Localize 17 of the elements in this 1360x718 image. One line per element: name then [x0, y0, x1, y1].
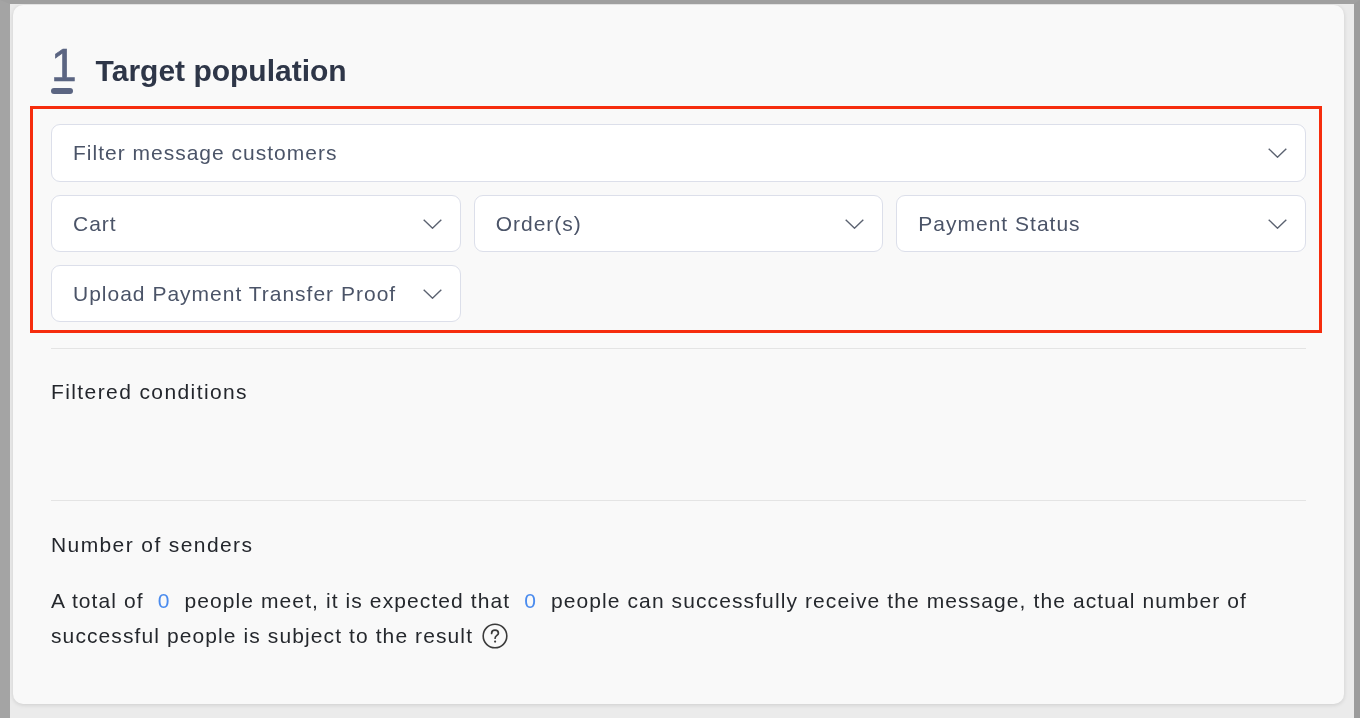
- senders-heading: Number of senders: [51, 532, 255, 558]
- dropdown[interactable]: Upload Payment Transfer Proof: [51, 265, 461, 322]
- dropdown[interactable]: Cart: [51, 195, 461, 252]
- conditions-heading: Filtered conditions: [51, 379, 250, 405]
- section-title: Target population: [95, 53, 347, 89]
- chevron-down-icon: [422, 218, 442, 229]
- chevron-down-icon: [422, 288, 442, 299]
- summary-text: successful people is subject to the result: [51, 624, 474, 647]
- chevron-down-icon: [845, 218, 865, 229]
- summary-text: A total of 0 people meet, it is expected that 0 people can successfully receive the message, the actual number of: [51, 589, 1247, 612]
- dropdown[interactable]: Order(s): [473, 195, 884, 252]
- dropdown[interactable]: Payment Status: [896, 195, 1306, 252]
- help-icon[interactable]: [482, 623, 509, 649]
- chevron-down-icon: [1268, 218, 1287, 229]
- chevron-down-icon: [1268, 148, 1287, 158]
- step-number: 1: [51, 42, 77, 88]
- dropdown[interactable]: Filter message customers: [51, 124, 1306, 182]
